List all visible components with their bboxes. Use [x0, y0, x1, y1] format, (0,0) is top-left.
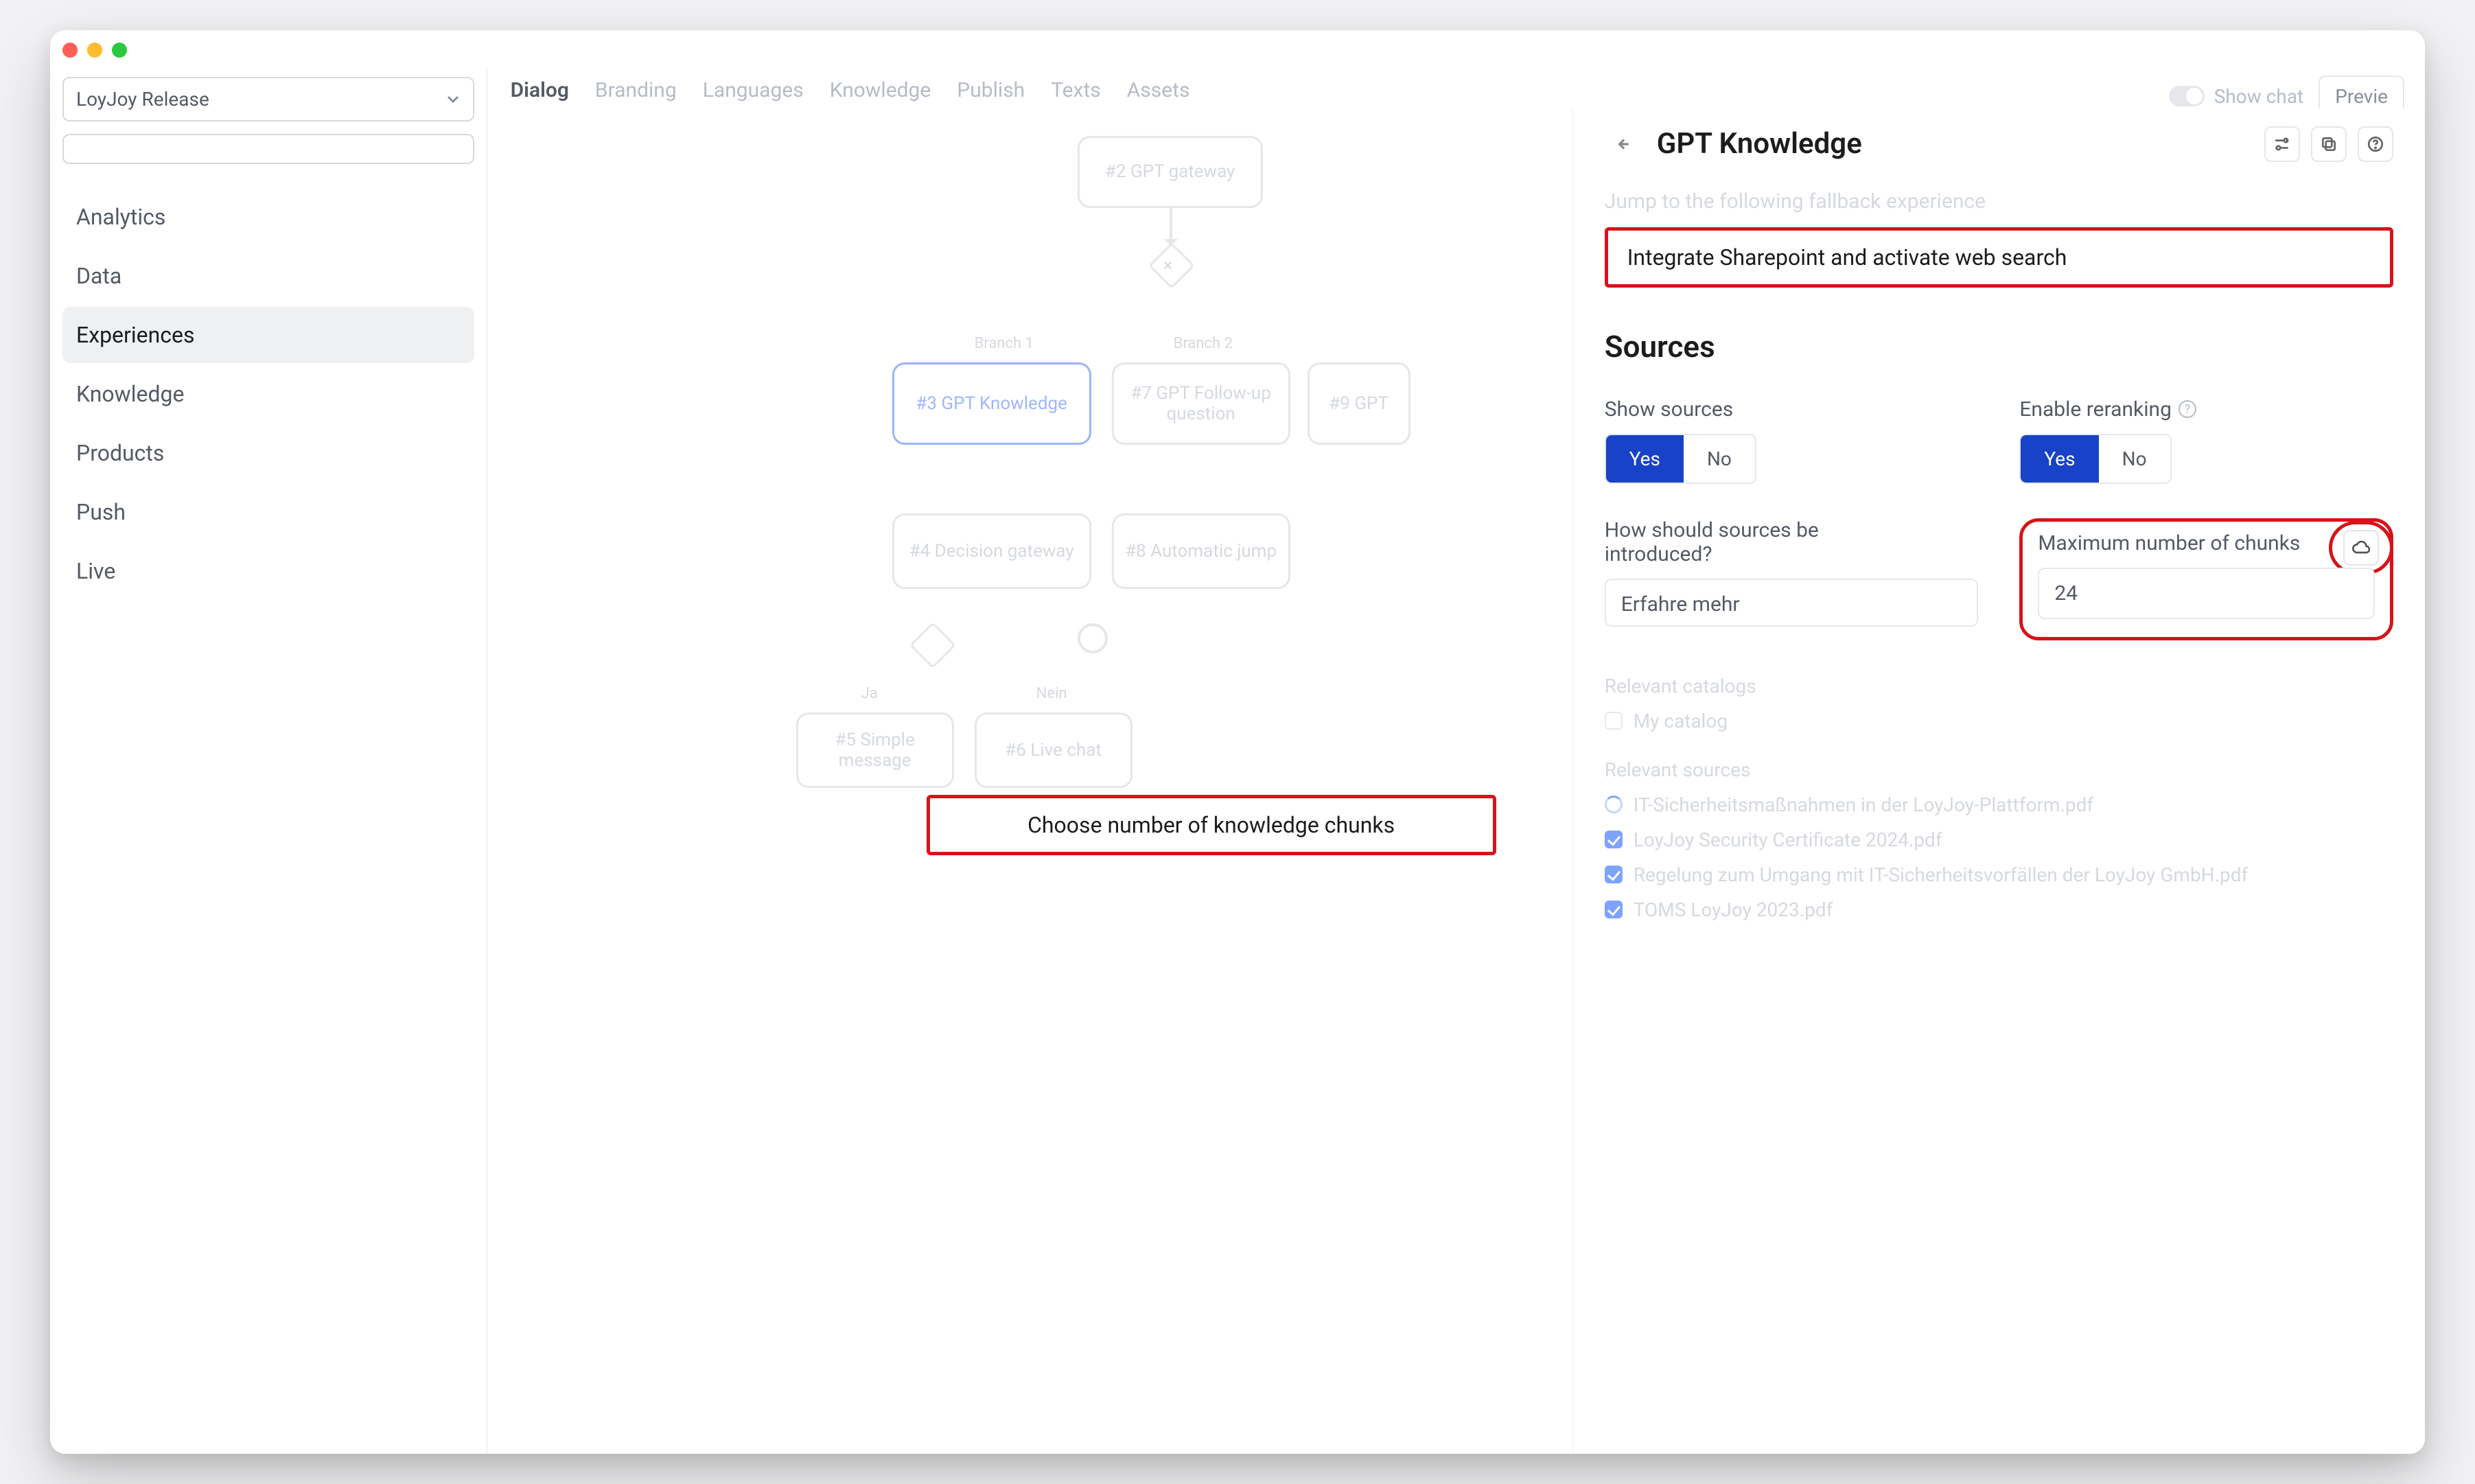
node-automatic-jump[interactable]: #8 Automatic jump: [1112, 513, 1290, 589]
reranking-yes[interactable]: Yes: [2021, 435, 2098, 483]
faded-extra-list: Relevant catalogs My catalog Relevant so…: [1605, 675, 2393, 921]
source-doc-3[interactable]: Regelung zum Umgang mit IT-Sicherheitsvo…: [1634, 863, 2249, 886]
reranking-no[interactable]: No: [2099, 435, 2170, 483]
sources-intro-label: How should sources be introduced?: [1605, 518, 1831, 566]
node-gpt-knowledge[interactable]: #3 GPT Knowledge: [892, 362, 1091, 445]
sidebar-nav: Analytics Data Experiences Knowledge Pro…: [62, 189, 474, 599]
branch2-label: Branch 2: [1174, 335, 1233, 352]
checkbox-icon[interactable]: [1605, 712, 1623, 730]
tab-branding[interactable]: Branding: [595, 78, 677, 102]
sidebar-item-knowledge[interactable]: Knowledge: [62, 366, 474, 422]
collapse-panel-icon[interactable]: [1605, 126, 1640, 162]
properties-panel: GPT Knowledge: [1572, 108, 2425, 1454]
source-doc-1[interactable]: IT-Sicherheitsmaßnahmen in der LoyJoy-Pl…: [1634, 793, 2093, 816]
node-gpt-9[interactable]: #9 GPT: [1308, 362, 1410, 445]
sidebar-search-input[interactable]: [62, 134, 474, 164]
node-live-chat[interactable]: #6 Live chat: [975, 712, 1132, 788]
toggle-icon: [2169, 86, 2205, 106]
enable-reranking-toggle[interactable]: Yes No: [2019, 434, 2171, 484]
node-simple-message[interactable]: #5 Simple message: [796, 712, 954, 788]
node-gpt-followup[interactable]: #7 GPT Follow-up question: [1112, 362, 1290, 445]
node-gpt-gateway[interactable]: #2 GPT gateway: [1078, 136, 1263, 208]
show-sources-yes[interactable]: Yes: [1606, 435, 1684, 483]
main-area: Dialog Branding Languages Knowledge Publ…: [487, 67, 2425, 1454]
tenant-select[interactable]: LoyJoy Release: [62, 77, 474, 121]
fallback-experience-select[interactable]: Integrate Sharepoint and activate web se…: [1605, 227, 2393, 288]
enable-reranking-field: Enable reranking ? Yes No: [2019, 397, 2393, 484]
decision-diamond-icon: [909, 622, 956, 669]
tab-assets[interactable]: Assets: [1127, 78, 1190, 102]
tenant-select-value: LoyJoy Release: [76, 88, 209, 111]
source-doc-4[interactable]: TOMS LoyJoy 2023.pdf: [1634, 898, 1833, 921]
end-circle-icon: [1078, 623, 1108, 653]
sidebar-item-live[interactable]: Live: [62, 543, 474, 599]
gateway-diamond-icon: [1148, 242, 1195, 289]
sources-intro-field: How should sources be introduced?: [1605, 518, 1979, 640]
panel-title: GPT Knowledge: [1657, 127, 1862, 161]
top-tabs: Dialog Branding Languages Knowledge Publ…: [508, 67, 2404, 102]
my-catalog-item[interactable]: My catalog: [1634, 710, 1728, 732]
sources-heading: Sources: [1605, 329, 2393, 364]
sidebar-item-products[interactable]: Products: [62, 425, 474, 481]
node-decision-gateway[interactable]: #4 Decision gateway: [892, 513, 1091, 589]
checked-icon[interactable]: [1605, 831, 1623, 848]
relevant-catalogs-heading: Relevant catalogs: [1605, 675, 2393, 697]
settings-icon[interactable]: [2264, 126, 2300, 162]
checked-icon[interactable]: [1605, 901, 1623, 918]
help-icon[interactable]: [2358, 126, 2393, 162]
enable-reranking-label: Enable reranking: [2019, 397, 2172, 421]
source-doc-2[interactable]: LoyJoy Security Certificate 2024.pdf: [1634, 828, 1942, 851]
tab-knowledge[interactable]: Knowledge: [830, 78, 931, 102]
tab-dialog[interactable]: Dialog: [511, 78, 569, 102]
annotation-callout-chunks: Choose number of knowledge chunks: [927, 795, 1496, 855]
sidebar-item-experiences[interactable]: Experiences: [62, 307, 474, 363]
tab-publish[interactable]: Publish: [957, 78, 1025, 102]
loading-icon: [1605, 796, 1623, 813]
sidebar-item-analytics[interactable]: Analytics: [62, 189, 474, 245]
fallback-value: Integrate Sharepoint and activate web se…: [1627, 244, 2067, 270]
fallback-label: Jump to the following fallback experienc…: [1605, 189, 2393, 213]
help-icon[interactable]: ?: [2178, 400, 2196, 418]
show-sources-label: Show sources: [1605, 397, 1979, 421]
sources-intro-input[interactable]: [1605, 579, 1979, 627]
show-sources-no[interactable]: No: [1684, 435, 1755, 483]
max-chunks-label: Maximum number of chunks: [2038, 531, 2375, 555]
tab-languages[interactable]: Languages: [703, 78, 804, 102]
branch1-label: Branch 1: [975, 335, 1034, 352]
max-chunks-input[interactable]: [2038, 568, 2375, 619]
annotation-max-chunks: Maximum number of chunks: [2019, 518, 2393, 640]
window-frame: LoyJoy Release Analytics Data Experience…: [50, 30, 2425, 1454]
sidebar-item-push[interactable]: Push: [62, 484, 474, 540]
sidebar-item-data[interactable]: Data: [62, 248, 474, 304]
show-sources-field: Show sources Yes No: [1605, 397, 1979, 484]
branch-nein-label: Nein: [1036, 685, 1067, 702]
copy-icon[interactable]: [2311, 126, 2347, 162]
show-chat-label: Show chat: [2214, 85, 2303, 108]
relevant-sources-heading: Relevant sources: [1605, 758, 2393, 781]
close-icon: ×: [1163, 255, 1173, 276]
branch-ja-label: Ja: [861, 685, 878, 702]
show-sources-toggle[interactable]: Yes No: [1605, 434, 1756, 484]
checked-icon[interactable]: [1605, 866, 1623, 883]
sidebar: LoyJoy Release Analytics Data Experience…: [50, 67, 487, 1454]
tab-texts[interactable]: Texts: [1051, 78, 1101, 102]
chevron-down-icon: [445, 91, 461, 106]
show-chat-toggle[interactable]: Show chat: [2169, 85, 2303, 108]
